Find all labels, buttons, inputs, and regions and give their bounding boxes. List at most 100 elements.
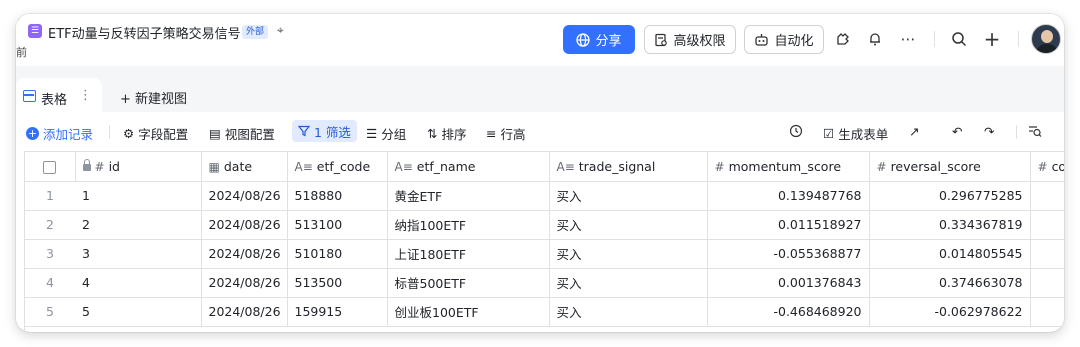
filter-icon	[298, 125, 310, 137]
undo-icon[interactable]: ↶	[952, 124, 962, 139]
avatar[interactable]	[1031, 24, 1061, 54]
field-config-button[interactable]: ⚙ 字段配置	[123, 124, 188, 143]
cell-id[interactable]: 2	[75, 210, 202, 240]
bell-icon[interactable]	[864, 28, 886, 50]
cell-date[interactable]: 2024/08/26	[201, 268, 288, 298]
cell-momentum-score[interactable]: 0.001376843	[707, 268, 870, 298]
share-button[interactable]: 分享	[563, 25, 635, 54]
divider	[1016, 125, 1017, 139]
cell-date[interactable]: 2024/08/26	[201, 297, 288, 327]
tab-label[interactable]: 表格	[41, 89, 67, 108]
column-header-etf-name[interactable]: A≡ etf_name	[387, 152, 550, 182]
row-number: 4	[25, 268, 75, 298]
cell-etf-code[interactable]: 513100	[287, 210, 388, 240]
search-table-icon[interactable]	[1028, 124, 1042, 138]
doc-type-icon: ☰	[28, 24, 42, 38]
cell-com[interactable]	[1030, 268, 1064, 298]
cell-etf-name[interactable]: 上证180ETF	[387, 239, 550, 269]
cell-etf-name[interactable]: 纳指100ETF	[387, 210, 550, 240]
cell-momentum-score[interactable]: -0.055368877	[707, 239, 870, 269]
view-config-button[interactable]: ▤ 视图配置	[209, 124, 275, 143]
cell-etf-code[interactable]: 510180	[287, 239, 388, 269]
row-number: 2	[25, 210, 75, 240]
cell-momentum-score[interactable]: 0.139487768	[707, 181, 870, 211]
plugin-icon[interactable]	[832, 28, 854, 50]
redo-icon[interactable]: ↷	[984, 124, 994, 139]
nav-fragment-icon: ›	[16, 14, 21, 25]
column-header-etf-code[interactable]: A≡ etf_code	[287, 152, 388, 182]
group-icon: ☰	[366, 126, 378, 141]
cell-date[interactable]: 2024/08/26	[201, 210, 288, 240]
add-record-button[interactable]: + 添加记录	[26, 124, 93, 143]
cell-trade-signal[interactable]: 买入	[549, 297, 708, 327]
new-view-button[interactable]: + 新建视图	[120, 88, 187, 107]
create-form-button[interactable]: ☑ 生成表单	[823, 124, 888, 143]
row-height-button[interactable]: ≡ 行高	[486, 124, 526, 143]
cell-com[interactable]	[1030, 297, 1064, 327]
cell-reversal-score[interactable]: 0.014805545	[869, 239, 1031, 269]
column-header-date[interactable]: ▦ date	[201, 152, 288, 182]
data-grid: # id ▦ date A≡ etf_code A≡ etf_name A≡ trade_…	[24, 151, 1064, 332]
select-all-cell[interactable]	[25, 152, 76, 182]
table-row[interactable]: 4 4 2024/08/26 513500 标普500ETF 买入 0.0013…	[25, 268, 1064, 298]
table-row[interactable]: 1 1 2024/08/26 518880 黄金ETF 买入 0.1394877…	[25, 181, 1064, 211]
column-header-com[interactable]: #com	[1030, 152, 1064, 182]
cell-trade-signal[interactable]: 买入	[549, 181, 708, 211]
history-icon[interactable]	[789, 124, 803, 138]
filter-button[interactable]: 1 筛选	[292, 120, 357, 142]
tab-more-icon[interactable]: ⋮	[79, 88, 92, 103]
search-icon[interactable]	[948, 28, 970, 50]
add-icon[interactable]: +	[981, 27, 1003, 51]
create-form-label: 生成表单	[838, 127, 889, 142]
cell-momentum-score[interactable]: -0.468468920	[707, 297, 870, 327]
cell-id[interactable]: 5	[75, 297, 202, 327]
automation-button[interactable]: 自动化	[744, 25, 824, 54]
number-field-icon: #	[1037, 159, 1048, 174]
cell-reversal-score[interactable]: 0.296775285	[869, 181, 1031, 211]
cell-reversal-score[interactable]: -0.062978622	[869, 297, 1031, 327]
cell-date[interactable]: 2024/08/26	[201, 239, 288, 269]
cell-etf-code[interactable]: 518880	[287, 181, 388, 211]
cell-id[interactable]: 3	[75, 239, 202, 269]
column-header-reversal-score[interactable]: # reversal_score	[869, 152, 1031, 182]
cell-trade-signal[interactable]: 买入	[549, 239, 708, 269]
cell-reversal-score[interactable]: 0.374663078	[869, 268, 1031, 298]
sort-button[interactable]: ⇅ 排序	[427, 124, 467, 143]
row-number: 3	[25, 239, 75, 269]
row-height-label: 行高	[500, 127, 526, 142]
cell-etf-code[interactable]: 159915	[287, 297, 388, 327]
cell-date[interactable]: 2024/08/26	[201, 181, 288, 211]
column-header-trade-signal[interactable]: A≡ trade_signal	[549, 152, 708, 182]
top-bar: › 前 ☰ ETF动量与反转因子策略交易信号 外部 ⌖ 分享 高级权限 自动化 …	[16, 14, 1064, 66]
cell-trade-signal[interactable]: 买入	[549, 210, 708, 240]
cell-com[interactable]	[1030, 239, 1064, 269]
cell-reversal-score[interactable]: 0.334367819	[869, 210, 1031, 240]
nav-fragment-text: 前	[16, 46, 27, 59]
select-all-checkbox[interactable]	[43, 160, 57, 174]
cell-etf-name[interactable]: 创业板100ETF	[387, 297, 550, 327]
cell-com[interactable]	[1030, 181, 1064, 211]
cell-id[interactable]: 1	[75, 181, 202, 211]
column-header-momentum-score[interactable]: # momentum_score	[707, 152, 870, 182]
column-header-id[interactable]: # id	[75, 152, 202, 182]
more-icon[interactable]: ⋯	[897, 28, 919, 50]
cell-com[interactable]	[1030, 210, 1064, 240]
table-row[interactable]: 2 2 2024/08/26 513100 纳指100ETF 买入 0.0115…	[25, 210, 1064, 240]
table-row[interactable]: 3 3 2024/08/26 510180 上证180ETF 买入 -0.055…	[25, 239, 1064, 269]
column-label: momentum_score	[728, 158, 842, 174]
avatar-body	[1036, 44, 1058, 53]
share-view-icon[interactable]: ↗	[909, 124, 919, 139]
cell-id[interactable]: 4	[75, 268, 202, 298]
number-field-icon: #	[714, 159, 725, 174]
cell-trade-signal[interactable]: 买入	[549, 268, 708, 298]
table-row[interactable]: 5 5 2024/08/26 159915 创业板100ETF 买入 -0.46…	[25, 297, 1064, 327]
cell-etf-code[interactable]: 513500	[287, 268, 388, 298]
divider	[1018, 31, 1019, 47]
cell-etf-name[interactable]: 黄金ETF	[387, 181, 550, 211]
cell-etf-name[interactable]: 标普500ETF	[387, 268, 550, 298]
doc-title[interactable]: ETF动量与反转因子策略交易信号	[48, 23, 241, 42]
cell-momentum-score[interactable]: 0.011518927	[707, 210, 870, 240]
pin-icon[interactable]: ⌖	[277, 23, 284, 38]
advanced-permission-button[interactable]: 高级权限	[644, 25, 736, 54]
group-button[interactable]: ☰ 分组	[366, 124, 406, 143]
